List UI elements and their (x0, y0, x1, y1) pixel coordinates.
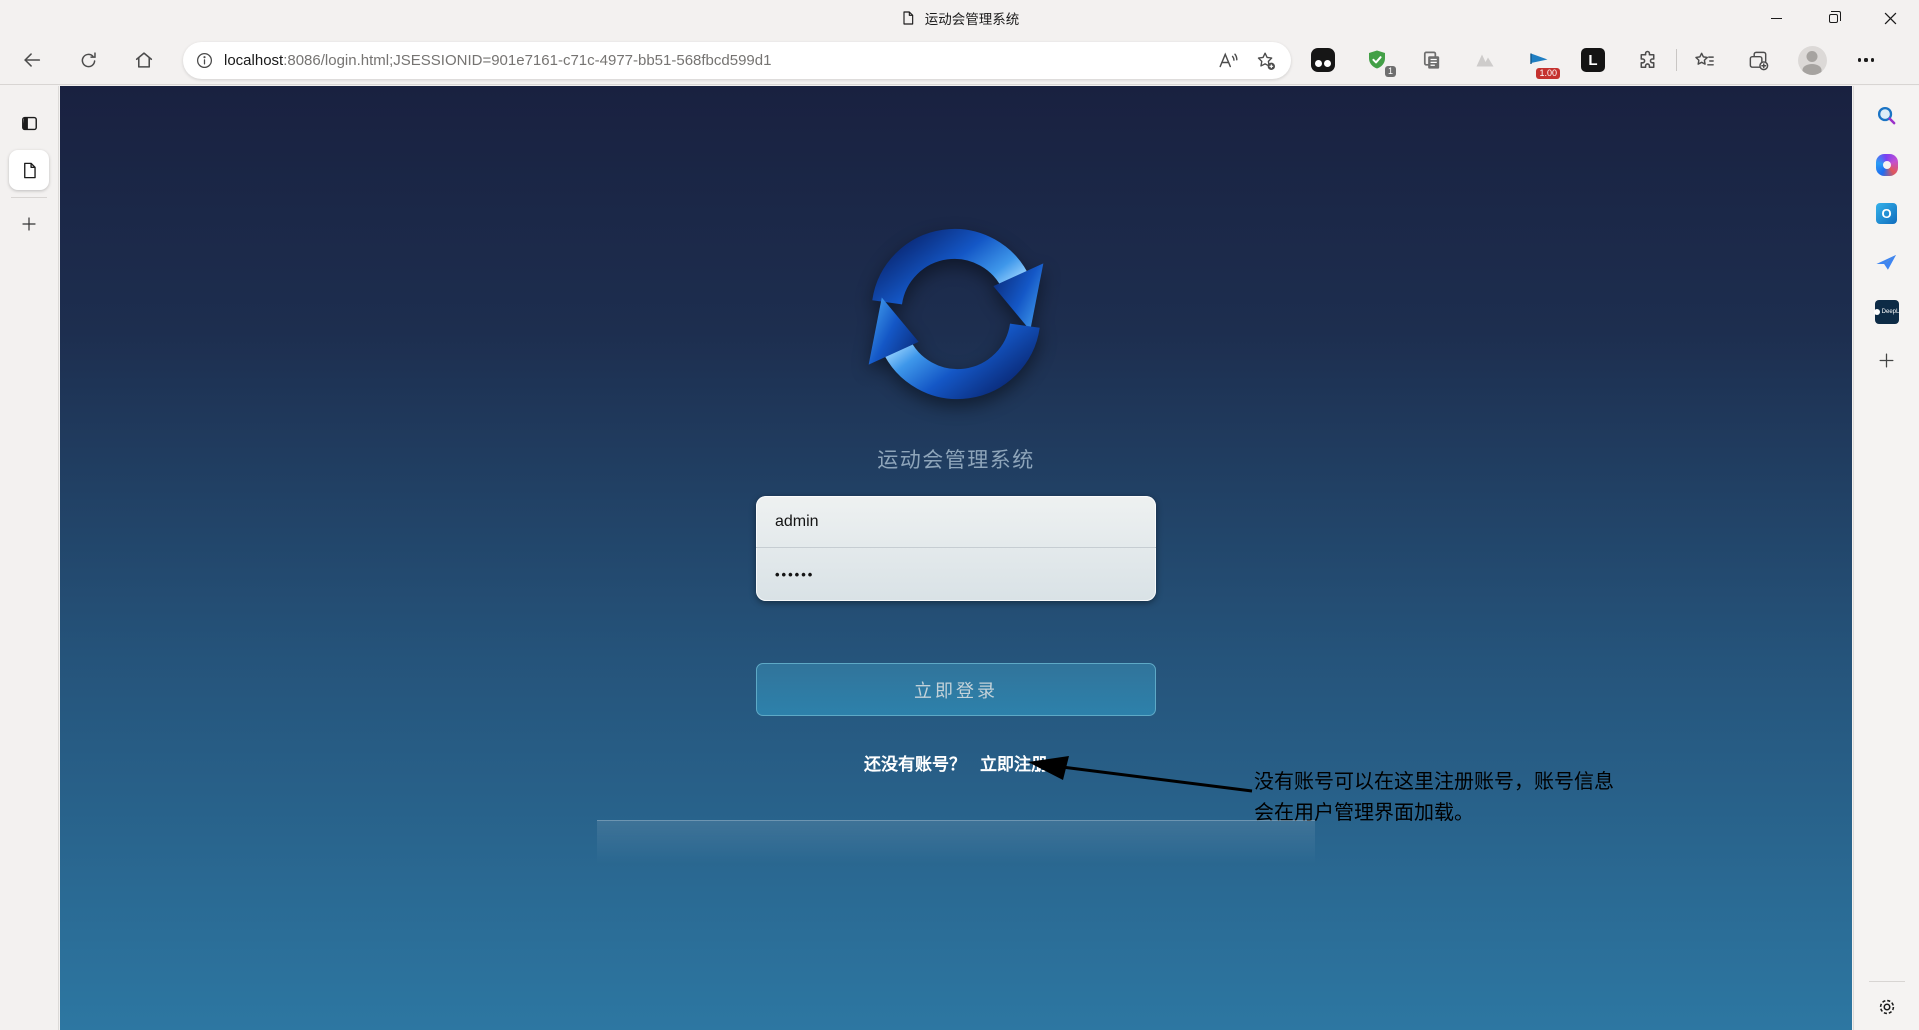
sidebar-drop-button[interactable] (1867, 249, 1907, 276)
minimize-icon (1771, 18, 1782, 19)
active-tab[interactable] (9, 150, 49, 190)
microsoft-365-icon (1876, 154, 1898, 176)
plus-icon (20, 215, 38, 233)
address-bar[interactable]: localhost:8086/login.html;JSESSIONID=901… (183, 42, 1291, 79)
deepl-icon: DeepL (1875, 300, 1899, 324)
read-aloud-icon (1217, 50, 1239, 72)
page-content: 运动会管理系统 admin •••••• 立即登录 还没有账号？立即注册 没有账… (60, 86, 1852, 1030)
favorites-button[interactable] (1687, 43, 1721, 77)
home-icon (133, 49, 155, 71)
refresh-icon (78, 50, 99, 71)
footer-divider (597, 820, 1315, 876)
tab-actions-button[interactable] (10, 104, 48, 142)
dark-reader-extension-button[interactable] (1306, 43, 1340, 77)
register-prompt: 还没有账号？ (864, 755, 966, 774)
window-title: 运动会管理系统 (925, 8, 1020, 28)
search-icon (1875, 104, 1898, 127)
site-info-icon[interactable] (195, 51, 214, 70)
puzzle-icon (1636, 49, 1659, 72)
collections-button[interactable] (1741, 43, 1775, 77)
ellipsis-menu-icon (1858, 58, 1875, 61)
extensions-menu-button[interactable] (1630, 43, 1664, 77)
add-favorite-button[interactable] (1255, 50, 1277, 72)
notes-extension-button[interactable] (1414, 43, 1448, 77)
back-button[interactable] (13, 41, 51, 79)
edge-sidebar: O DeepL (1853, 86, 1919, 1030)
window-titlebar: 运动会管理系统 (0, 0, 1919, 36)
favorite-star-add-icon (1255, 50, 1277, 72)
flag-extension-button[interactable]: 1.00 (1522, 43, 1556, 77)
adguard-extension-button[interactable]: 1 (1360, 43, 1394, 77)
profile-avatar (1798, 46, 1827, 75)
dark-reader-icon (1311, 48, 1335, 72)
l-extension-button[interactable]: L (1576, 43, 1610, 77)
sidebar-deepl-button[interactable]: DeepL (1867, 298, 1907, 325)
l-extension-icon: L (1581, 48, 1605, 72)
vertical-tabs-strip (0, 86, 59, 1030)
outlook-icon: O (1876, 203, 1897, 224)
page-favicon-icon (900, 10, 916, 26)
deepl-label: DeepL (1882, 309, 1900, 315)
mountain-icon (1473, 48, 1497, 72)
annotation-arrow (1020, 752, 1265, 802)
refresh-button[interactable] (69, 41, 107, 79)
extensions-cluster: 1 1.00 L (1306, 43, 1903, 77)
close-button[interactable] (1862, 0, 1919, 36)
annotation-line1: 没有账号可以在这里注册账号，账号信息 (1254, 767, 1614, 798)
home-button[interactable] (125, 41, 163, 79)
minimize-button[interactable] (1748, 0, 1805, 36)
username-input[interactable]: admin (756, 496, 1156, 548)
password-input[interactable]: •••••• (756, 548, 1156, 600)
restore-button[interactable] (1805, 0, 1862, 36)
sidebar-divider (1869, 981, 1905, 982)
toolbar-divider (1676, 49, 1677, 71)
new-tab-button[interactable] (10, 205, 48, 243)
back-icon (21, 49, 43, 71)
disabled-extension-button[interactable] (1468, 43, 1502, 77)
flag-badge: 1.00 (1536, 68, 1560, 79)
sidebar-settings-button[interactable] (1876, 996, 1898, 1018)
login-button[interactable]: 立即登录 (756, 663, 1156, 716)
system-title: 运动会管理系统 (60, 444, 1852, 474)
settings-menu-button[interactable] (1849, 43, 1883, 77)
tab-title-group: 运动会管理系统 (900, 8, 1020, 28)
paper-plane-icon (1875, 251, 1898, 274)
url-text[interactable]: localhost:8086/login.html;JSESSIONID=901… (224, 52, 1217, 69)
browser-toolbar: localhost:8086/login.html;JSESSIONID=901… (0, 36, 1919, 85)
sidebar-outlook-button[interactable]: O (1867, 200, 1907, 227)
sidebar-add-button[interactable] (1867, 347, 1907, 374)
read-aloud-button[interactable] (1217, 50, 1239, 72)
plus-icon (1877, 351, 1896, 370)
close-icon (1884, 12, 1897, 25)
restore-icon (1829, 14, 1838, 23)
profile-button[interactable] (1795, 43, 1829, 77)
window-controls (1748, 0, 1919, 36)
collections-icon (1747, 49, 1770, 72)
sidebar-m365-button[interactable] (1867, 151, 1907, 178)
sidebar-search-button[interactable] (1867, 102, 1907, 129)
gear-icon (1876, 996, 1898, 1018)
login-form: admin •••••• (756, 496, 1156, 601)
copy-document-icon (1420, 49, 1443, 72)
shield-badge: 1 (1385, 66, 1396, 77)
tab-favicon-icon (20, 161, 39, 180)
favorites-list-icon (1693, 49, 1716, 72)
strip-divider (11, 197, 47, 198)
url-path: :8086/login.html;JSESSIONID=901e7161-c71… (283, 52, 771, 69)
app-logo (849, 214, 1063, 414)
vertical-tabs-icon (20, 114, 39, 133)
url-host: localhost (224, 52, 283, 69)
